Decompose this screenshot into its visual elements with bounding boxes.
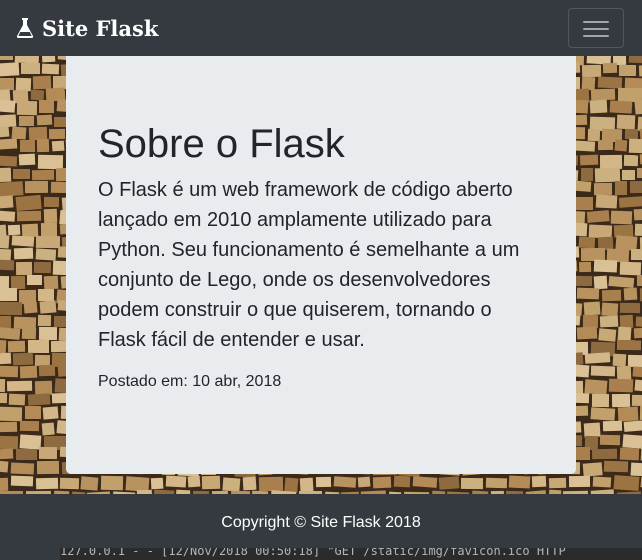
footer: Copyright © Site Flask 2018	[0, 494, 642, 552]
navbar: Site Flask	[0, 0, 642, 56]
copyright-text: Copyright © Site Flask 2018	[221, 514, 421, 531]
hero-section: Sobre o Flask O Flask é um web framework…	[0, 56, 642, 494]
posted-date: Postado em: 10 abr, 2018	[98, 373, 282, 390]
navbar-toggler-button[interactable]	[568, 8, 624, 48]
lead-paragraph: O Flask é um web framework de código abe…	[98, 179, 520, 351]
hamburger-menu-icon	[583, 21, 609, 23]
terminal-log-line: 127.0.0.1 - - [12/Nov/2018 00:50:18] "GE…	[60, 548, 642, 560]
brand-text: Site Flask	[42, 15, 159, 41]
jumbotron-card: Sobre o Flask O Flask é um web framework…	[66, 56, 576, 474]
flask-icon	[16, 18, 34, 38]
brand-link[interactable]: Site Flask	[16, 13, 158, 43]
page-title: Sobre o Flask	[98, 122, 345, 166]
